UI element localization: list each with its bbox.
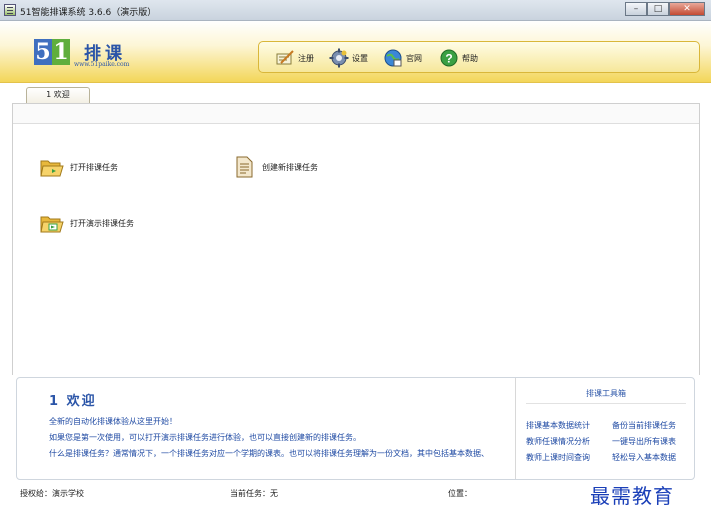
logo: 5 1 xyxy=(34,39,70,65)
settings-label: 设置 xyxy=(352,53,368,63)
toolbox-link-data-stats[interactable]: 排课基本数据统计 xyxy=(526,420,590,431)
content-header-strip xyxy=(13,104,699,124)
logo-url: www.51paike.com xyxy=(74,61,130,68)
website-button[interactable]: 官网 xyxy=(383,47,422,69)
settings-gear-icon xyxy=(329,48,349,68)
toolbox-divider xyxy=(526,403,686,404)
toolbox-link-export-all[interactable]: 一键导出所有课表 xyxy=(612,436,676,447)
svg-text:?: ? xyxy=(445,52,452,66)
settings-button[interactable]: 设置 xyxy=(329,47,368,69)
open-task-label: 打开排课任务 xyxy=(70,162,118,172)
toolbox-link-backup-task[interactable]: 备份当前排课任务 xyxy=(612,420,676,431)
open-folder-icon xyxy=(40,160,64,177)
new-task-label: 创建新排课任务 xyxy=(262,162,318,172)
welcome-title: 1 欢迎 xyxy=(49,394,97,409)
status-current-task: 当前任务：无 xyxy=(230,489,278,498)
toolbox-link-import-data[interactable]: 轻松导入基本数据 xyxy=(612,452,676,463)
logo-digit-1: 1 xyxy=(52,39,70,65)
close-button[interactable]: ✕ xyxy=(669,2,705,16)
open-demo-action[interactable]: 打开演示排课任务 xyxy=(40,212,134,234)
welcome-line: 全新的自动化排课体验从这里开始！ xyxy=(49,417,177,426)
register-button[interactable]: 注册 xyxy=(275,47,314,69)
tab-bar: 1 欢迎 xyxy=(12,85,700,103)
minimize-button[interactable]: – xyxy=(625,2,647,16)
toolbox-title: 排课工具箱 xyxy=(586,389,626,398)
scheduling-toolbox: 排课工具箱 排课基本数据统计 备份当前排课任务 教师任课情况分析 一键导出所有课… xyxy=(515,378,695,479)
welcome-panel: 1 欢迎 全新的自动化排课体验从这里开始！ 如果您是第一次使用，可以打开演示排课… xyxy=(16,377,695,480)
help-button[interactable]: ? 帮助 xyxy=(439,47,478,69)
toolbox-link-teacher-time[interactable]: 教师上课时间查询 xyxy=(526,452,590,463)
open-demo-label: 打开演示排课任务 xyxy=(70,218,134,228)
welcome-line: 如果您是第一次使用，可以打开演示排课任务进行体验，也可以直接创建新的排课任务。 xyxy=(49,433,361,442)
toolbox-link-teacher-analysis[interactable]: 教师任课情况分析 xyxy=(526,436,590,447)
logo-digit-5: 5 xyxy=(34,39,52,65)
window-controls: – □ ✕ xyxy=(625,2,705,16)
new-document-icon xyxy=(236,156,253,178)
new-task-action[interactable]: 创建新排课任务 xyxy=(232,156,318,178)
open-task-action[interactable]: 打开排课任务 xyxy=(40,156,118,178)
register-label: 注册 xyxy=(298,53,314,63)
demo-folder-icon xyxy=(40,216,64,233)
help-icon: ? xyxy=(440,49,458,67)
window-titlebar[interactable]: 51智能排课系统 3.6.6（演示版） – □ ✕ xyxy=(0,0,711,21)
website-globe-icon xyxy=(384,49,402,67)
welcome-content xyxy=(12,103,700,375)
maximize-button[interactable]: □ xyxy=(647,2,669,16)
help-label: 帮助 xyxy=(462,53,478,63)
app-icon xyxy=(4,4,16,16)
watermark-text: 最需教育 xyxy=(590,484,674,508)
window-title: 51智能排课系统 3.6.6（演示版） xyxy=(20,8,157,18)
tab-welcome[interactable]: 1 欢迎 xyxy=(26,87,90,103)
status-licensed: 授权给：演示学校 xyxy=(20,489,84,498)
website-label: 官网 xyxy=(406,53,422,63)
welcome-line: 什么是排课任务？通常情况下，一个排课任务对应一个学期的课表。也可以将排课任务理解… xyxy=(49,449,489,458)
main-toolbar: 注册 设置 官网 ? 帮助 xyxy=(258,41,700,73)
status-position: 位置： xyxy=(448,489,472,498)
register-icon xyxy=(276,50,294,65)
